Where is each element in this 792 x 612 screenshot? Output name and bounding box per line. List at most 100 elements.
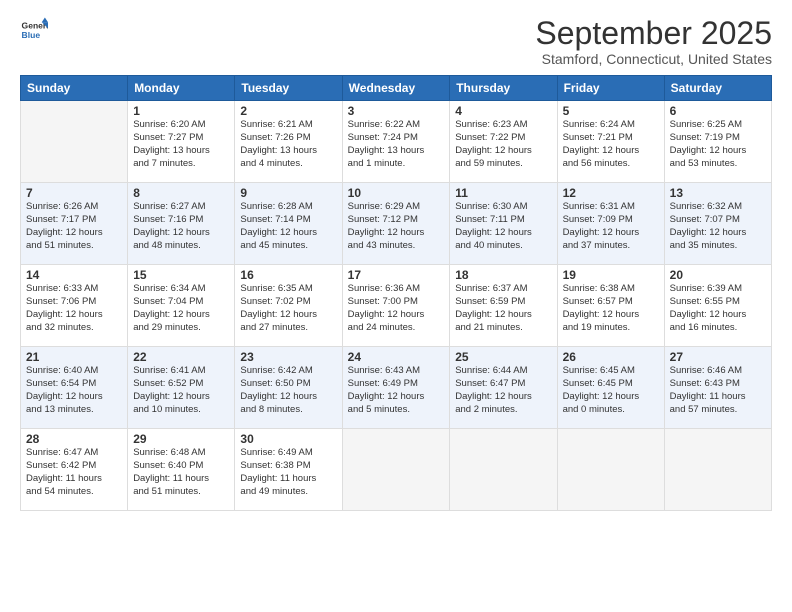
- table-row: 19Sunrise: 6:38 AM Sunset: 6:57 PM Dayli…: [557, 265, 664, 347]
- day-info: Sunrise: 6:42 AM Sunset: 6:50 PM Dayligh…: [240, 365, 336, 416]
- col-wednesday: Wednesday: [342, 76, 450, 101]
- table-row: 7Sunrise: 6:26 AM Sunset: 7:17 PM Daylig…: [21, 183, 128, 265]
- day-info: Sunrise: 6:25 AM Sunset: 7:19 PM Dayligh…: [670, 119, 766, 170]
- table-row: 18Sunrise: 6:37 AM Sunset: 6:59 PM Dayli…: [450, 265, 557, 347]
- day-number: 30: [240, 432, 336, 446]
- table-row: [557, 429, 664, 511]
- col-friday: Friday: [557, 76, 664, 101]
- day-info: Sunrise: 6:33 AM Sunset: 7:06 PM Dayligh…: [26, 283, 122, 334]
- day-number: 8: [133, 186, 229, 200]
- table-row: 23Sunrise: 6:42 AM Sunset: 6:50 PM Dayli…: [235, 347, 342, 429]
- day-info: Sunrise: 6:44 AM Sunset: 6:47 PM Dayligh…: [455, 365, 551, 416]
- day-number: 7: [26, 186, 122, 200]
- day-number: 4: [455, 104, 551, 118]
- day-info: Sunrise: 6:37 AM Sunset: 6:59 PM Dayligh…: [455, 283, 551, 334]
- day-number: 2: [240, 104, 336, 118]
- table-row: 8Sunrise: 6:27 AM Sunset: 7:16 PM Daylig…: [128, 183, 235, 265]
- table-row: 28Sunrise: 6:47 AM Sunset: 6:42 PM Dayli…: [21, 429, 128, 511]
- calendar-week-row: 21Sunrise: 6:40 AM Sunset: 6:54 PM Dayli…: [21, 347, 772, 429]
- header: General Blue September 2025 Stamford, Co…: [20, 16, 772, 67]
- table-row: 17Sunrise: 6:36 AM Sunset: 7:00 PM Dayli…: [342, 265, 450, 347]
- day-info: Sunrise: 6:32 AM Sunset: 7:07 PM Dayligh…: [670, 201, 766, 252]
- day-number: 18: [455, 268, 551, 282]
- day-number: 9: [240, 186, 336, 200]
- table-row: 27Sunrise: 6:46 AM Sunset: 6:43 PM Dayli…: [664, 347, 771, 429]
- calendar-table: Sunday Monday Tuesday Wednesday Thursday…: [20, 75, 772, 511]
- day-number: 11: [455, 186, 551, 200]
- table-row: 9Sunrise: 6:28 AM Sunset: 7:14 PM Daylig…: [235, 183, 342, 265]
- day-number: 5: [563, 104, 659, 118]
- day-number: 12: [563, 186, 659, 200]
- table-row: 24Sunrise: 6:43 AM Sunset: 6:49 PM Dayli…: [342, 347, 450, 429]
- table-row: 14Sunrise: 6:33 AM Sunset: 7:06 PM Dayli…: [21, 265, 128, 347]
- day-info: Sunrise: 6:41 AM Sunset: 6:52 PM Dayligh…: [133, 365, 229, 416]
- day-info: Sunrise: 6:38 AM Sunset: 6:57 PM Dayligh…: [563, 283, 659, 334]
- day-info: Sunrise: 6:45 AM Sunset: 6:45 PM Dayligh…: [563, 365, 659, 416]
- calendar-week-row: 7Sunrise: 6:26 AM Sunset: 7:17 PM Daylig…: [21, 183, 772, 265]
- day-info: Sunrise: 6:20 AM Sunset: 7:27 PM Dayligh…: [133, 119, 229, 170]
- day-number: 16: [240, 268, 336, 282]
- table-row: 16Sunrise: 6:35 AM Sunset: 7:02 PM Dayli…: [235, 265, 342, 347]
- day-number: 29: [133, 432, 229, 446]
- day-number: 10: [348, 186, 445, 200]
- table-row: [21, 101, 128, 183]
- day-info: Sunrise: 6:22 AM Sunset: 7:24 PM Dayligh…: [348, 119, 445, 170]
- day-info: Sunrise: 6:40 AM Sunset: 6:54 PM Dayligh…: [26, 365, 122, 416]
- day-info: Sunrise: 6:46 AM Sunset: 6:43 PM Dayligh…: [670, 365, 766, 416]
- day-number: 6: [670, 104, 766, 118]
- table-row: 10Sunrise: 6:29 AM Sunset: 7:12 PM Dayli…: [342, 183, 450, 265]
- day-number: 19: [563, 268, 659, 282]
- col-sunday: Sunday: [21, 76, 128, 101]
- table-row: 15Sunrise: 6:34 AM Sunset: 7:04 PM Dayli…: [128, 265, 235, 347]
- day-number: 3: [348, 104, 445, 118]
- calendar-header-row: Sunday Monday Tuesday Wednesday Thursday…: [21, 76, 772, 101]
- day-number: 23: [240, 350, 336, 364]
- day-info: Sunrise: 6:21 AM Sunset: 7:26 PM Dayligh…: [240, 119, 336, 170]
- day-info: Sunrise: 6:47 AM Sunset: 6:42 PM Dayligh…: [26, 447, 122, 498]
- col-monday: Monday: [128, 76, 235, 101]
- day-info: Sunrise: 6:34 AM Sunset: 7:04 PM Dayligh…: [133, 283, 229, 334]
- day-number: 26: [563, 350, 659, 364]
- table-row: [664, 429, 771, 511]
- table-row: 11Sunrise: 6:30 AM Sunset: 7:11 PM Dayli…: [450, 183, 557, 265]
- day-number: 21: [26, 350, 122, 364]
- day-number: 27: [670, 350, 766, 364]
- calendar-week-row: 14Sunrise: 6:33 AM Sunset: 7:06 PM Dayli…: [21, 265, 772, 347]
- table-row: 30Sunrise: 6:49 AM Sunset: 6:38 PM Dayli…: [235, 429, 342, 511]
- table-row: 12Sunrise: 6:31 AM Sunset: 7:09 PM Dayli…: [557, 183, 664, 265]
- table-row: 4Sunrise: 6:23 AM Sunset: 7:22 PM Daylig…: [450, 101, 557, 183]
- table-row: 6Sunrise: 6:25 AM Sunset: 7:19 PM Daylig…: [664, 101, 771, 183]
- logo: General Blue: [20, 16, 48, 44]
- table-row: 22Sunrise: 6:41 AM Sunset: 6:52 PM Dayli…: [128, 347, 235, 429]
- day-info: Sunrise: 6:39 AM Sunset: 6:55 PM Dayligh…: [670, 283, 766, 334]
- table-row: [342, 429, 450, 511]
- table-row: [450, 429, 557, 511]
- day-number: 1: [133, 104, 229, 118]
- day-number: 25: [455, 350, 551, 364]
- day-info: Sunrise: 6:23 AM Sunset: 7:22 PM Dayligh…: [455, 119, 551, 170]
- day-info: Sunrise: 6:28 AM Sunset: 7:14 PM Dayligh…: [240, 201, 336, 252]
- day-number: 15: [133, 268, 229, 282]
- table-row: 1Sunrise: 6:20 AM Sunset: 7:27 PM Daylig…: [128, 101, 235, 183]
- table-row: 29Sunrise: 6:48 AM Sunset: 6:40 PM Dayli…: [128, 429, 235, 511]
- day-info: Sunrise: 6:24 AM Sunset: 7:21 PM Dayligh…: [563, 119, 659, 170]
- table-row: 20Sunrise: 6:39 AM Sunset: 6:55 PM Dayli…: [664, 265, 771, 347]
- day-info: Sunrise: 6:43 AM Sunset: 6:49 PM Dayligh…: [348, 365, 445, 416]
- day-number: 17: [348, 268, 445, 282]
- table-row: 21Sunrise: 6:40 AM Sunset: 6:54 PM Dayli…: [21, 347, 128, 429]
- col-thursday: Thursday: [450, 76, 557, 101]
- day-number: 20: [670, 268, 766, 282]
- calendar-week-row: 1Sunrise: 6:20 AM Sunset: 7:27 PM Daylig…: [21, 101, 772, 183]
- day-info: Sunrise: 6:48 AM Sunset: 6:40 PM Dayligh…: [133, 447, 229, 498]
- day-number: 22: [133, 350, 229, 364]
- day-info: Sunrise: 6:26 AM Sunset: 7:17 PM Dayligh…: [26, 201, 122, 252]
- col-saturday: Saturday: [664, 76, 771, 101]
- table-row: 13Sunrise: 6:32 AM Sunset: 7:07 PM Dayli…: [664, 183, 771, 265]
- table-row: 26Sunrise: 6:45 AM Sunset: 6:45 PM Dayli…: [557, 347, 664, 429]
- col-tuesday: Tuesday: [235, 76, 342, 101]
- day-number: 24: [348, 350, 445, 364]
- location-subtitle: Stamford, Connecticut, United States: [535, 51, 772, 67]
- table-row: 25Sunrise: 6:44 AM Sunset: 6:47 PM Dayli…: [450, 347, 557, 429]
- day-info: Sunrise: 6:27 AM Sunset: 7:16 PM Dayligh…: [133, 201, 229, 252]
- day-info: Sunrise: 6:36 AM Sunset: 7:00 PM Dayligh…: [348, 283, 445, 334]
